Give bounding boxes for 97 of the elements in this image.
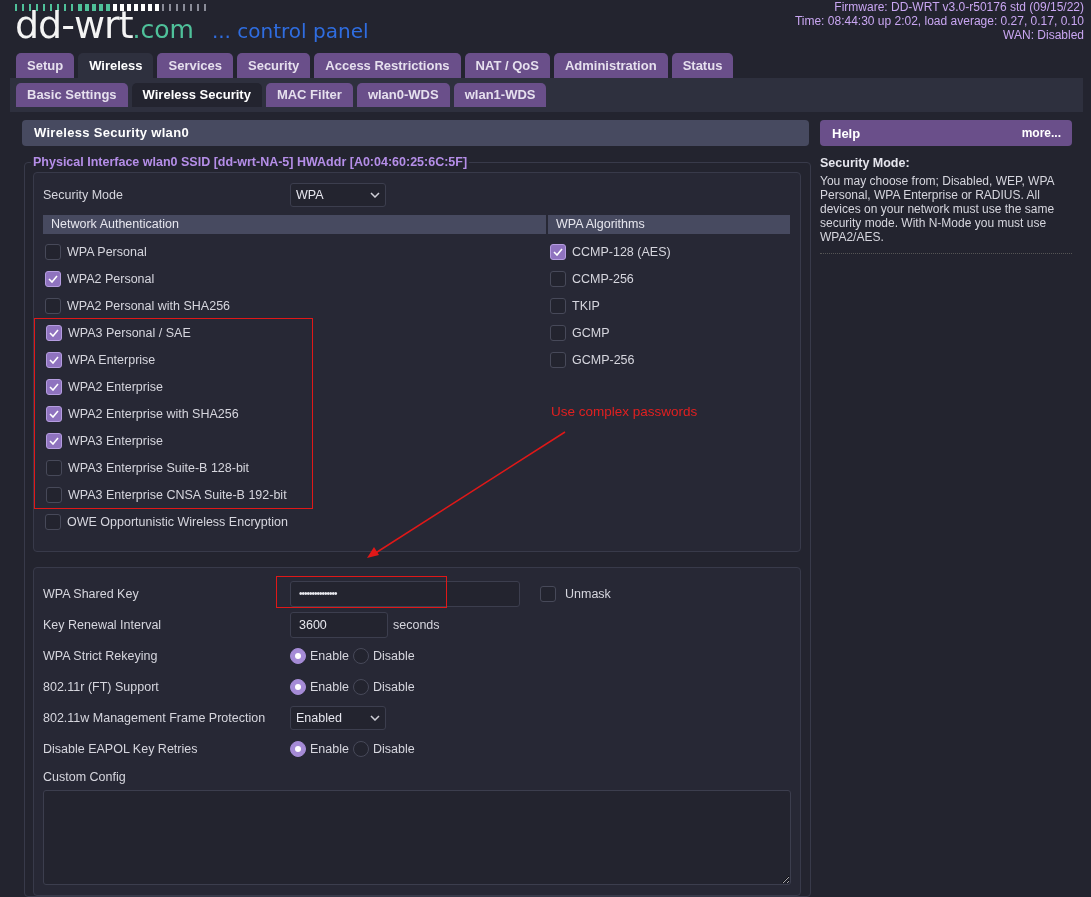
help-text: You may choose from; Disabled, WEP, WPA Personal, WPA Enterprise or RADIUS. All devices on your network must use the same security mode. With N-Mode you must use WPA2/AES. [820, 174, 1056, 244]
checkbox-label: CCMP-256 [572, 271, 634, 286]
sub-tab[interactable]: Wireless Security [131, 83, 262, 107]
checkmark-icon [49, 409, 59, 418]
sub-tab[interactable]: wlan1-WDS [453, 83, 547, 107]
checkbox-label: WPA3 Personal / SAE [68, 325, 191, 340]
checkbox-label: WPA2 Enterprise with SHA256 [68, 406, 239, 421]
checkbox[interactable] [45, 513, 61, 530]
help-title: Help [832, 125, 861, 141]
nav-tab[interactable]: Security [237, 53, 311, 78]
checkbox[interactable] [45, 270, 61, 287]
checkmark-icon [553, 247, 563, 256]
field-label: 802.11r (FT) Support [43, 679, 160, 694]
radio-label: Disable [372, 648, 415, 663]
field-label: WPA Shared Key [43, 586, 140, 601]
checkbox[interactable] [46, 486, 62, 503]
checkbox-label: TKIP [572, 298, 600, 313]
checkmark-icon [48, 274, 58, 283]
nav-tab[interactable]: Services [157, 53, 233, 78]
radio-button[interactable] [290, 740, 306, 757]
checkbox[interactable] [550, 351, 566, 368]
text-area[interactable] [43, 790, 791, 885]
checkbox[interactable] [46, 432, 62, 449]
field-label: Security Mode [43, 188, 124, 202]
logo-domain: .com [132, 15, 194, 45]
checkbox-label: WPA Enterprise [68, 352, 156, 367]
checkbox[interactable] [45, 243, 61, 260]
nav-tab[interactable]: Setup [16, 53, 75, 78]
checkbox-label: WPA3 Enterprise [68, 433, 163, 448]
chevron-icon [370, 192, 380, 198]
field-label: 802.11w Management Frame Protection [43, 710, 267, 725]
password-field[interactable]: ••••••••••••••• [290, 580, 520, 607]
field-label: WPA Strict Rekeying [43, 648, 159, 663]
dropdown[interactable]: Enabled [290, 705, 386, 730]
radio-button[interactable] [290, 647, 306, 664]
nav-tab[interactable]: NAT / QoS [464, 53, 550, 78]
checkbox[interactable] [550, 324, 566, 341]
checkmark-icon [49, 436, 59, 445]
radio-button[interactable] [352, 647, 369, 664]
checkbox-label: GCMP-256 [572, 352, 635, 367]
checkbox-label: WPA2 Personal [67, 271, 155, 286]
sub-tab[interactable]: MAC Filter [265, 83, 353, 107]
checkbox-label: CCMP-128 (AES) [572, 244, 671, 259]
sub-tab[interactable]: wlan0-WDS [356, 83, 450, 107]
chevron-icon [370, 714, 380, 721]
radio-label: Enable [310, 741, 349, 756]
checkbox-label: OWE Opportunistic Wireless Encryption [67, 514, 288, 529]
annotation-note: Use complex passwords [551, 404, 698, 419]
checkbox-label: WPA2 Personal with SHA256 [67, 298, 231, 313]
text-field[interactable]: 3600 [290, 611, 388, 638]
panel-title: Wireless Security wlan0 [22, 120, 809, 146]
field-label: Key Renewal Interval [43, 617, 163, 632]
checkbox-label: WPA2 Enterprise [68, 379, 163, 394]
checkbox[interactable] [550, 270, 566, 287]
field-label: Custom Config [43, 769, 127, 786]
status-line: Firmware: DD-WRT v3.0-r50176 std (09/15/22) [833, 0, 1084, 14]
checkbox[interactable] [45, 297, 61, 314]
checkbox[interactable] [540, 585, 556, 602]
more-link[interactable]: more... [1021, 126, 1061, 140]
checkbox-label: WPA3 Enterprise CNSA Suite-B 192-bit [68, 487, 287, 502]
column-header: WPA Algorithms [548, 215, 790, 234]
checkbox[interactable] [550, 297, 566, 314]
radio-button[interactable] [352, 678, 369, 695]
field-label: Disable EAPOL Key Retries [43, 741, 199, 756]
checkbox[interactable] [46, 378, 62, 395]
checkbox[interactable] [550, 243, 566, 260]
radio-label: Enable [310, 648, 349, 663]
radio-label: Enable [310, 679, 349, 694]
logo-tagline: ... control panel [211, 19, 369, 43]
checkbox-label: GCMP [572, 325, 610, 340]
status-line: Time: 08:44:30 up 2:02, load average: 0.27, 0.17, 0.10 [794, 14, 1084, 28]
nav-tab[interactable]: Status [671, 53, 734, 78]
logo-text: dd-wrt [15, 7, 133, 43]
radio-button[interactable] [352, 740, 369, 757]
dropdown[interactable]: WPA [290, 183, 386, 207]
checkbox[interactable] [46, 405, 62, 422]
checkmark-icon [49, 328, 59, 337]
section-legend: Physical Interface wlan0 SSID [dd-wrt-NA-5] HWAddr [A0:04:60:25:6C:5F] [31, 155, 470, 169]
radio-button[interactable] [290, 678, 306, 695]
nav-tab[interactable]: Administration [553, 53, 668, 78]
unit-label: seconds [393, 617, 440, 632]
status-line: WAN: Disabled [1002, 28, 1084, 42]
radio-label: Disable [372, 741, 415, 756]
column-header: Network Authentication [43, 215, 546, 234]
nav-tab[interactable]: Wireless [78, 53, 154, 78]
radio-label: Disable [372, 679, 415, 694]
checkmark-icon [49, 355, 59, 364]
checkbox[interactable] [46, 351, 62, 368]
checkbox-label: Unmask [565, 586, 611, 601]
sub-tab[interactable]: Basic Settings [16, 83, 128, 107]
checkbox-label: WPA3 Enterprise Suite-B 128-bit [68, 460, 250, 475]
checkmark-icon [49, 382, 59, 391]
checkbox[interactable] [46, 459, 62, 476]
nav-tab[interactable]: Access Restrictions [314, 53, 461, 78]
checkbox[interactable] [46, 324, 62, 341]
checkbox-label: WPA Personal [67, 244, 147, 259]
help-heading: Security Mode: [820, 156, 911, 170]
